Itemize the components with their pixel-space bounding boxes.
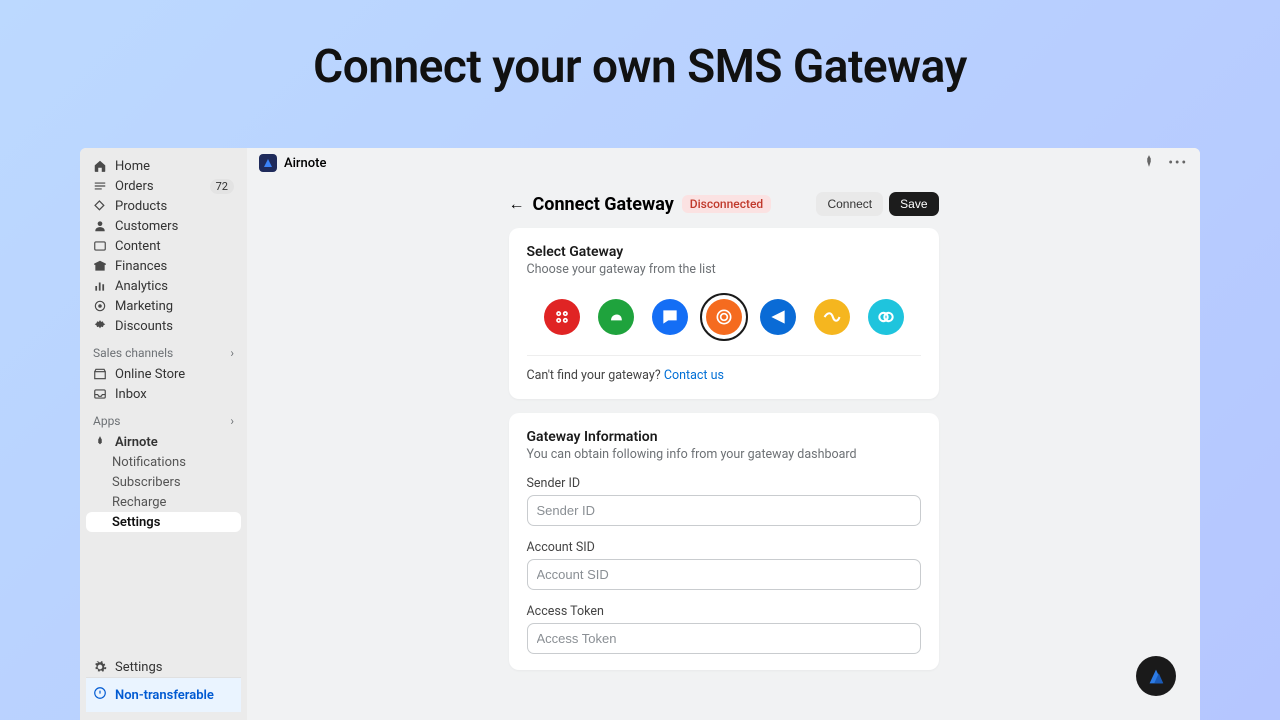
discounts-icon [93, 319, 107, 333]
gateway-option-telnyx[interactable] [760, 299, 796, 335]
apps-header[interactable]: Apps › [86, 404, 241, 432]
sidebar-sub-recharge[interactable]: Recharge [86, 492, 241, 512]
page: ← Connect Gateway Disconnected Connect S… [509, 192, 939, 720]
select-gateway-card: Select Gateway Choose your gateway from … [509, 228, 939, 399]
page-header: ← Connect Gateway Disconnected Connect S… [509, 192, 939, 216]
field-sender-id: Sender ID [527, 476, 921, 526]
sidebar-item-finances[interactable]: Finances [86, 256, 241, 276]
nav-label: Settings [115, 660, 162, 675]
nav-label: Finances [115, 259, 167, 274]
orders-icon [93, 179, 107, 193]
nav-label: Orders [115, 179, 154, 194]
section-label-text: Sales channels [93, 346, 173, 360]
card-footer: Can't find your gateway? Contact us [527, 355, 921, 383]
sidebar-app-airnote[interactable]: Airnote [86, 432, 241, 452]
home-icon [93, 159, 107, 173]
card-title: Gateway Information [527, 429, 921, 445]
pin-icon[interactable] [1142, 154, 1156, 172]
card-title: Select Gateway [527, 244, 921, 260]
non-transferable-label: Non-transferable [115, 688, 214, 703]
field-label: Access Token [527, 604, 921, 619]
gear-icon [93, 660, 107, 674]
sales-channels-header[interactable]: Sales channels › [86, 336, 241, 364]
main-panel: Airnote ••• ← Connect Gateway Disconnect… [247, 148, 1200, 720]
gateway-info-card: Gateway Information You can obtain follo… [509, 413, 939, 670]
sidebar-item-settings[interactable]: Settings [86, 657, 241, 677]
gateway-option-twilio[interactable] [544, 299, 580, 335]
access-token-input[interactable] [527, 623, 921, 654]
chevron-right-icon: › [230, 414, 234, 428]
gateway-option-clicksend[interactable] [598, 299, 634, 335]
field-access-token: Access Token [527, 604, 921, 654]
nav-label: Inbox [115, 387, 147, 402]
sidebar-item-content[interactable]: Content [86, 236, 241, 256]
marketing-icon [93, 299, 107, 313]
info-icon [93, 686, 107, 704]
sidebar-item-discounts[interactable]: Discounts [86, 316, 241, 336]
nav-label: Airnote [115, 435, 158, 450]
inbox-icon [93, 387, 107, 401]
sidebar-sub-settings[interactable]: Settings [86, 512, 241, 532]
sidebar-item-home[interactable]: Home [86, 156, 241, 176]
section-label-text: Apps [93, 414, 121, 428]
page-title: Connect Gateway [533, 194, 674, 215]
orders-count-badge: 72 [210, 179, 234, 194]
sidebar-item-inbox[interactable]: Inbox [86, 384, 241, 404]
sidebar-sub-notifications[interactable]: Notifications [86, 452, 241, 472]
card-subtitle: You can obtain following info from your … [527, 447, 921, 462]
footer-text: Can't find your gateway? [527, 368, 664, 383]
sidebar-item-orders[interactable]: Orders 72 [86, 176, 241, 196]
hero-title: Connect your own SMS Gateway [0, 0, 1280, 94]
gateway-option-plivo[interactable] [868, 299, 904, 335]
help-fab[interactable] [1136, 656, 1176, 696]
finances-icon [93, 259, 107, 273]
sidebar-item-analytics[interactable]: Analytics [86, 276, 241, 296]
sidebar: Home Orders 72 Products Customers Conten… [80, 148, 247, 720]
nav-label: Analytics [115, 279, 168, 294]
nav-label: Customers [115, 219, 178, 234]
content-area: ← Connect Gateway Disconnected Connect S… [247, 178, 1200, 720]
save-button[interactable]: Save [889, 192, 938, 216]
card-subtitle: Choose your gateway from the list [527, 262, 921, 277]
app-name: Airnote [284, 156, 326, 171]
sender-id-input[interactable] [527, 495, 921, 526]
sidebar-item-online-store[interactable]: Online Store [86, 364, 241, 384]
field-account-sid: Account SID [527, 540, 921, 590]
sidebar-sub-subscribers[interactable]: Subscribers [86, 472, 241, 492]
nav-label: Marketing [115, 299, 173, 314]
field-label: Account SID [527, 540, 921, 555]
nav-label: Online Store [115, 367, 185, 382]
products-icon [93, 199, 107, 213]
content-icon [93, 239, 107, 253]
sidebar-item-marketing[interactable]: Marketing [86, 296, 241, 316]
nav-label: Discounts [115, 319, 173, 334]
topbar: Airnote ••• [247, 148, 1200, 178]
app-window: Home Orders 72 Products Customers Conten… [80, 148, 1200, 720]
gateway-option-textlocal[interactable] [652, 299, 688, 335]
gateway-option-msg91[interactable] [706, 299, 742, 335]
back-arrow-icon[interactable]: ← [509, 194, 525, 214]
sidebar-item-customers[interactable]: Customers [86, 216, 241, 236]
account-sid-input[interactable] [527, 559, 921, 590]
nav-label: Products [115, 199, 167, 214]
field-label: Sender ID [527, 476, 921, 491]
sidebar-item-products[interactable]: Products [86, 196, 241, 216]
analytics-icon [93, 279, 107, 293]
app-logo-icon [259, 154, 277, 172]
nav-label: Content [115, 239, 161, 254]
store-icon [93, 367, 107, 381]
nav-label: Home [115, 159, 150, 174]
contact-us-link[interactable]: Contact us [664, 368, 724, 383]
more-icon[interactable]: ••• [1168, 156, 1188, 171]
customers-icon [93, 219, 107, 233]
gateway-list [527, 299, 921, 335]
non-transferable-banner[interactable]: Non-transferable [86, 677, 241, 712]
chevron-right-icon: › [230, 346, 234, 360]
status-badge: Disconnected [682, 195, 771, 213]
gateway-option-nexmo[interactable] [814, 299, 850, 335]
connect-button[interactable]: Connect [816, 192, 883, 216]
pin-icon [93, 435, 107, 449]
